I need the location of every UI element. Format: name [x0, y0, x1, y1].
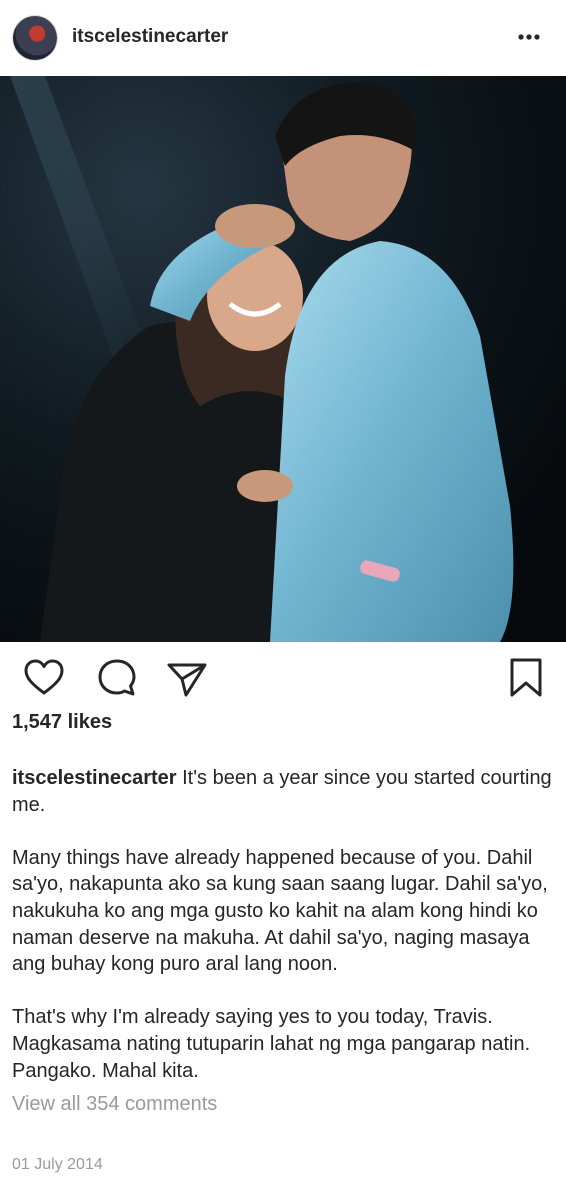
likes-count[interactable]: 1,547 likes: [12, 711, 112, 734]
post-caption: itscelestinecarter It's been a year sinc…: [12, 765, 552, 1084]
paper-plane-icon[interactable]: [165, 656, 209, 700]
bookmark-icon[interactable]: [504, 656, 548, 700]
post-photo[interactable]: [0, 76, 566, 642]
post-date: 01 July 2014: [12, 1156, 103, 1173]
caption-paragraph: That's why I'm already saying yes to you…: [12, 1006, 531, 1082]
heart-icon[interactable]: [22, 656, 66, 700]
avatar[interactable]: [13, 16, 57, 60]
caption-line-first: itscelestinecarter It's been a year sinc…: [12, 765, 552, 818]
photo-illustration: [0, 76, 566, 642]
action-bar: [0, 652, 566, 706]
caption-username[interactable]: itscelestinecarter: [12, 767, 177, 789]
more-options-icon[interactable]: [514, 22, 544, 52]
caption-paragraph: Many things have already happened becaus…: [12, 846, 548, 976]
post-username[interactable]: itscelestinecarter: [72, 26, 228, 48]
comment-bubble-icon[interactable]: [95, 656, 139, 700]
view-comments-link[interactable]: View all 354 comments: [12, 1093, 217, 1116]
post-header: itscelestinecarter: [0, 0, 566, 76]
